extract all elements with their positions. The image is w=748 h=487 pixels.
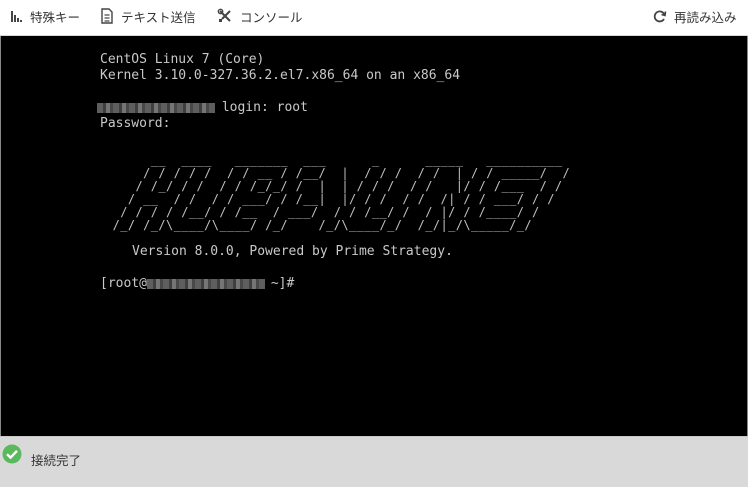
reload-button[interactable]: 再読み込み xyxy=(652,6,737,26)
redacted-hostname xyxy=(97,103,215,113)
send-text-label: テキスト送信 xyxy=(121,9,196,25)
tools-icon xyxy=(217,8,233,24)
login-line: login: root xyxy=(214,100,308,115)
console-terminal[interactable]: CentOS Linux 7 (Core) Kernel 3.10.0-327.… xyxy=(0,36,748,436)
special-keys-label: 特殊キー xyxy=(30,9,81,25)
keyboard-icon xyxy=(10,10,23,23)
check-circle-icon xyxy=(2,444,22,468)
reload-icon xyxy=(652,9,667,24)
console-button[interactable]: コンソール xyxy=(217,6,303,26)
document-icon xyxy=(100,8,114,24)
status-text: 接続完了 xyxy=(31,453,82,468)
console-toolbar: 特殊キー テキスト送信 コンソール 再読み込み xyxy=(0,0,748,36)
version-line: Version 8.0.0, Powered by Prime Strategy… xyxy=(132,244,453,259)
status-bar: 接続完了 xyxy=(0,436,748,487)
prompt-prefix: [root@ xyxy=(100,276,147,291)
redacted-prompt-hostname xyxy=(147,279,265,289)
os-release-line: CentOS Linux 7 (Core) xyxy=(100,52,265,67)
prompt-suffix: ~]# xyxy=(263,276,295,291)
console-label: コンソール xyxy=(240,9,303,25)
send-text-button[interactable]: テキスト送信 xyxy=(100,6,196,26)
kusanagi-logo: __ ____ _______ ___ _ _____ __________ /… xyxy=(112,153,571,232)
reload-label: 再読み込み xyxy=(674,9,737,25)
special-keys-button[interactable]: 特殊キー xyxy=(10,6,80,26)
password-line: Password: xyxy=(100,116,171,131)
kernel-line: Kernel 3.10.0-327.36.2.el7.x86_64 on an … xyxy=(100,68,461,83)
